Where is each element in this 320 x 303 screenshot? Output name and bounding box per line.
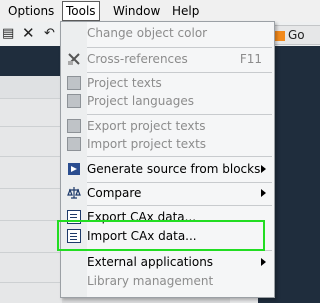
generate-source-icon bbox=[67, 162, 81, 176]
menu-item-cross-references[interactable]: Cross-references F11 bbox=[61, 49, 274, 69]
menu-item-export-cax-data[interactable]: Export CAx data... bbox=[61, 207, 274, 227]
left-pane bbox=[0, 76, 62, 303]
menu-options[interactable]: Options bbox=[8, 3, 54, 19]
menu-item-label: External applications bbox=[87, 255, 214, 269]
table-row bbox=[0, 126, 62, 157]
menu-item-shortcut: F11 bbox=[239, 52, 262, 66]
import-project-texts-icon bbox=[67, 137, 81, 151]
delete-icon[interactable]: ✕ bbox=[22, 24, 35, 42]
compare-scale-icon bbox=[67, 186, 81, 200]
menu-item-label: Export project texts bbox=[87, 119, 206, 133]
table-row bbox=[0, 188, 62, 221]
tools-dropdown-menu: Change object color Cross-references F11… bbox=[60, 21, 275, 298]
submenu-arrow-icon bbox=[261, 165, 266, 173]
menu-separator bbox=[87, 47, 272, 48]
submenu-arrow-icon bbox=[261, 189, 266, 197]
import-cax-icon bbox=[67, 229, 81, 243]
export-cax-icon bbox=[67, 210, 81, 224]
table-row bbox=[0, 252, 62, 283]
menu-item-label: Compare bbox=[87, 186, 142, 200]
export-project-texts-icon bbox=[67, 119, 81, 133]
menu-separator bbox=[87, 114, 272, 115]
submenu-arrow-icon bbox=[261, 258, 266, 266]
menu-separator bbox=[87, 156, 272, 157]
menu-item-label: Change object color bbox=[87, 26, 208, 40]
table-row bbox=[0, 156, 62, 189]
project-languages-icon bbox=[67, 94, 81, 108]
menu-window[interactable]: Window bbox=[113, 3, 160, 19]
menu-item-compare[interactable]: Compare bbox=[61, 183, 274, 203]
undo-icon[interactable]: ↶ bbox=[44, 26, 55, 41]
menu-item-label: Library management bbox=[87, 274, 214, 288]
menu-separator bbox=[87, 205, 272, 206]
menu-item-project-texts[interactable]: Project texts bbox=[61, 73, 274, 93]
menu-item-label: Import CAx data... bbox=[87, 229, 197, 243]
menu-tools[interactable]: Tools bbox=[62, 1, 100, 21]
menu-item-label: Generate source from blocks bbox=[87, 162, 261, 176]
cross-references-icon bbox=[67, 52, 81, 66]
table-row bbox=[0, 76, 62, 99]
menu-item-label: Project languages bbox=[87, 94, 194, 108]
menu-item-external-applications[interactable]: External applications bbox=[61, 252, 274, 272]
menu-item-import-cax-data[interactable]: Import CAx data... bbox=[61, 226, 274, 246]
menu-item-label: Import project texts bbox=[87, 137, 207, 151]
menu-item-change-object-color[interactable]: Change object color bbox=[61, 23, 274, 43]
paste-icon[interactable]: ▤ bbox=[2, 26, 14, 41]
project-texts-icon bbox=[67, 76, 81, 90]
go-online-button[interactable]: Go online bbox=[272, 25, 320, 60]
menu-item-generate-source[interactable]: Generate source from blocks bbox=[61, 159, 274, 179]
menu-item-library-management[interactable]: Library management bbox=[61, 271, 274, 291]
menu-help[interactable]: Help bbox=[172, 3, 199, 19]
menu-item-project-languages[interactable]: Project languages bbox=[61, 91, 274, 111]
table-row bbox=[0, 98, 62, 127]
table-row bbox=[0, 220, 62, 253]
menu-bar: Options Tools Window Help bbox=[0, 0, 320, 22]
menu-item-import-project-texts[interactable]: Import project texts bbox=[61, 134, 274, 154]
menu-separator bbox=[87, 250, 272, 251]
menu-item-label: Cross-references bbox=[87, 52, 188, 66]
menu-item-label: Export CAx data... bbox=[87, 210, 197, 224]
go-online-icon bbox=[275, 30, 285, 41]
menu-item-export-project-texts[interactable]: Export project texts bbox=[61, 116, 274, 136]
dark-panel-header bbox=[0, 46, 62, 76]
menu-item-label: Project texts bbox=[87, 76, 162, 90]
